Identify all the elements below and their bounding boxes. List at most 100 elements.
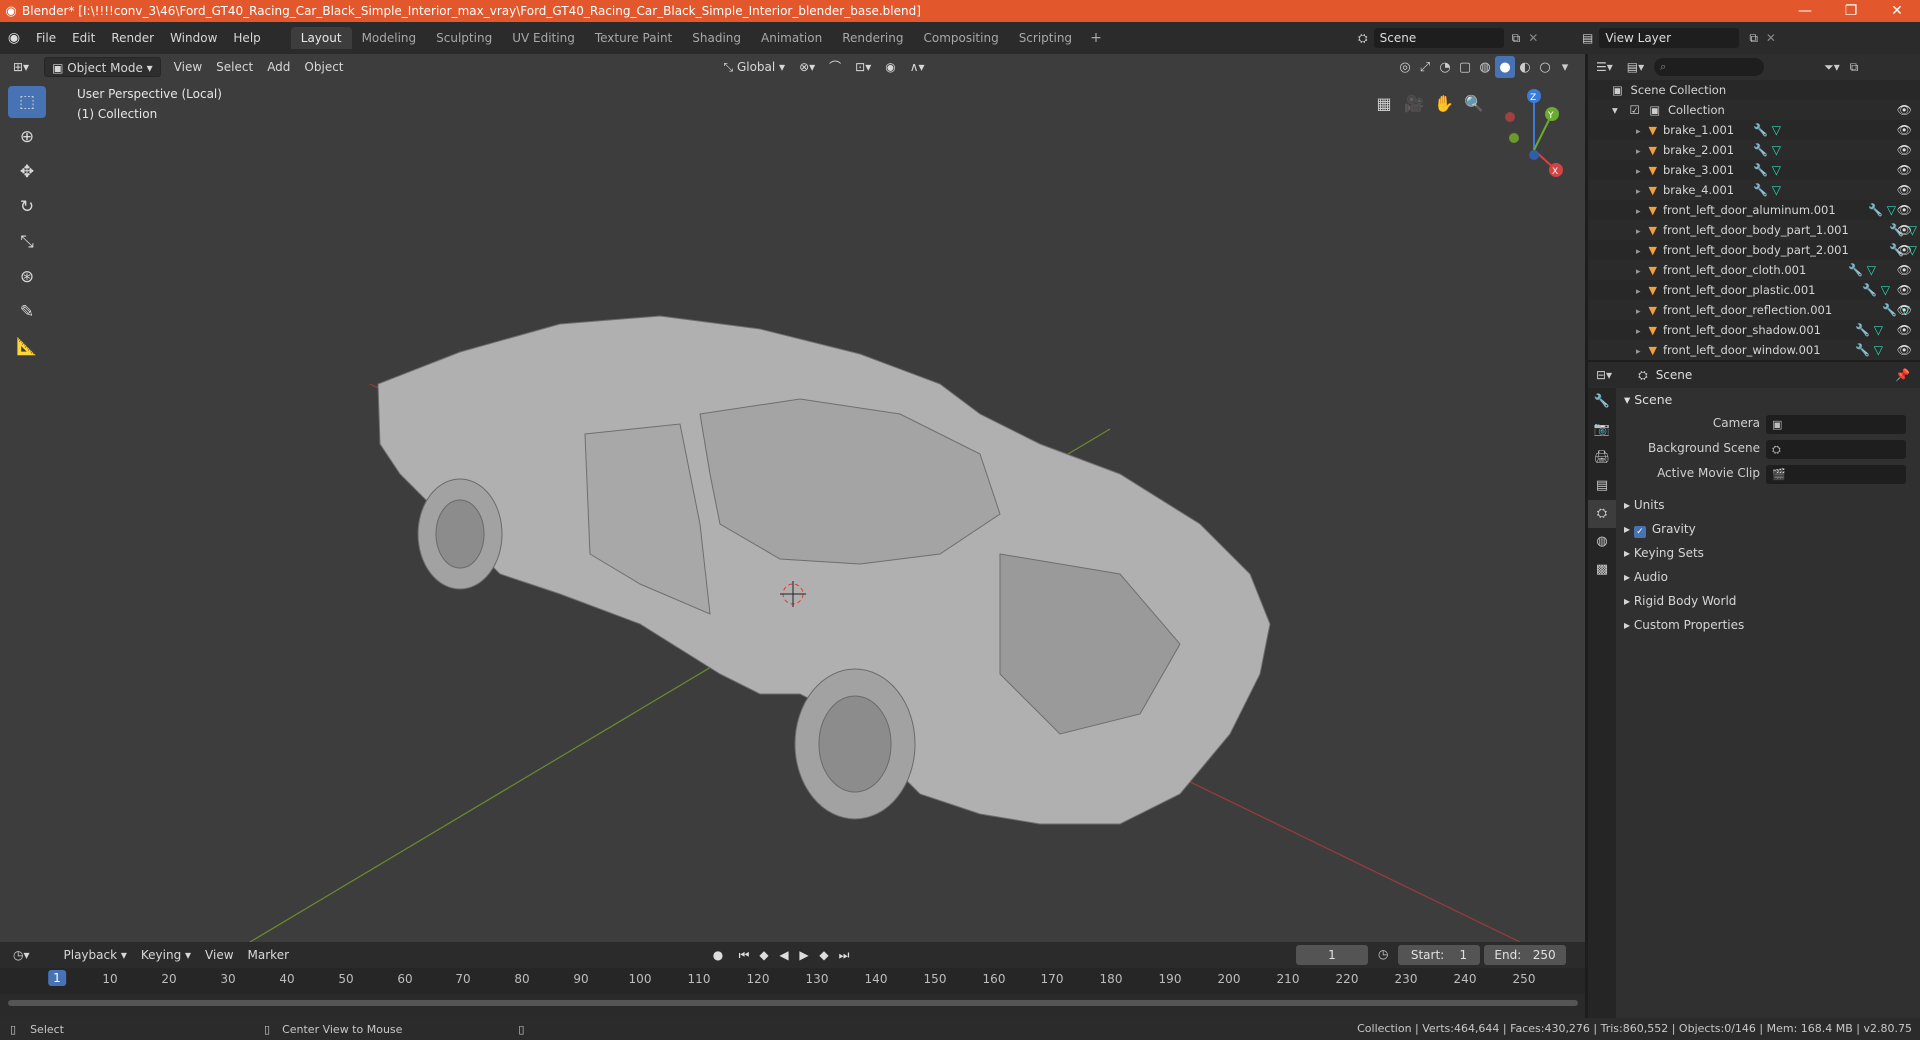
mesh-data-icon[interactable]: ▽	[1874, 343, 1883, 357]
expand-arrow-icon[interactable]: ▸	[1636, 147, 1641, 157]
scene-selector[interactable]: Scene	[1373, 28, 1504, 48]
wrench-icon[interactable]: 🔧	[1882, 303, 1897, 317]
viewport-menu-add[interactable]: Add	[260, 57, 297, 77]
end-frame-field[interactable]: End: 250	[1484, 945, 1566, 965]
tab-sculpting[interactable]: Sculpting	[426, 27, 502, 49]
rendered-shading-icon[interactable]: ○	[1535, 56, 1555, 78]
display-mode-icon[interactable]: ▤▾	[1627, 60, 1644, 74]
tab-rendering[interactable]: Rendering	[832, 27, 913, 49]
wrench-icon[interactable]: 🔧	[1753, 183, 1768, 197]
mesh-data-icon[interactable]: ▽	[1772, 183, 1781, 197]
proportional-edit-icon[interactable]: ◉	[878, 57, 902, 77]
overlay-toggle-icon[interactable]: ◔	[1435, 56, 1455, 78]
start-frame-field[interactable]: Start: 1	[1398, 945, 1480, 965]
jump-keyframe-forward-icon[interactable]: ◆	[814, 945, 834, 965]
visibility-eye-icon[interactable]: 👁	[1897, 160, 1912, 180]
visibility-eye-icon[interactable]: 👁	[1897, 100, 1912, 120]
view-layer-tab-icon[interactable]: ▤	[1588, 472, 1616, 500]
visibility-eye-icon[interactable]: 👁	[1897, 200, 1912, 220]
scene-icon[interactable]: ⛭	[1358, 31, 1368, 46]
auto-keying-clock-icon[interactable]: ◷	[1378, 947, 1388, 961]
outliner-item[interactable]: ▸ ▼ front_left_door_reflection.001 🔧 ▽ 👁	[1588, 300, 1920, 320]
new-collection-icon[interactable]: ⧉	[1850, 60, 1859, 75]
visibility-eye-icon[interactable]: 👁	[1897, 140, 1912, 160]
pin-icon[interactable]: 📌	[1895, 368, 1910, 382]
falloff-icon[interactable]: ∧▾	[903, 57, 932, 77]
delete-scene-icon[interactable]: ✕	[1528, 31, 1538, 45]
pivot-point-icon[interactable]: ⊗▾	[792, 57, 822, 77]
outliner-item[interactable]: ▸ ▼ front_left_door_cloth.001 🔧 ▽ 👁	[1588, 260, 1920, 280]
tool-tab-icon[interactable]: 🔧	[1588, 388, 1616, 416]
zoom-view-icon[interactable]: 🔍	[1459, 88, 1489, 118]
mode-selector[interactable]: ▣ Object Mode ▾	[44, 57, 161, 77]
expand-arrow-icon[interactable]: ▸	[1636, 227, 1641, 237]
output-tab-icon[interactable]: 🖨	[1588, 444, 1616, 472]
expand-arrow-icon[interactable]: ▸	[1636, 167, 1641, 177]
tab-compositing[interactable]: Compositing	[913, 27, 1008, 49]
expand-arrow-icon[interactable]: ▸	[1636, 287, 1641, 297]
delete-view-layer-icon[interactable]: ✕	[1766, 31, 1776, 45]
3d-viewport[interactable]: Z X Y ⊞▾ ▣ Object Mode ▾ View Select Add…	[0, 54, 1585, 942]
mesh-data-icon[interactable]: ▽	[1881, 283, 1890, 297]
menu-edit[interactable]: Edit	[64, 22, 103, 54]
expand-arrow-icon[interactable]: ▸	[1636, 307, 1641, 317]
navigation-gizmo[interactable]: Z X Y	[1505, 89, 1563, 177]
toggle-grid-view-icon[interactable]: ▦	[1369, 88, 1399, 118]
annotate-tool-icon[interactable]: ✎	[8, 296, 46, 328]
editor-type-icon[interactable]: ⊞▾	[6, 57, 36, 77]
menu-window[interactable]: Window	[162, 22, 225, 54]
tab-shading[interactable]: Shading	[682, 27, 751, 49]
gravity-panel[interactable]: ▸ ✓ Gravity	[1618, 517, 1918, 541]
texture-tab-icon[interactable]: ▩	[1588, 556, 1616, 584]
expand-arrow-icon[interactable]: ▸	[1636, 327, 1641, 337]
new-view-layer-icon[interactable]: ⧉	[1749, 31, 1758, 46]
measure-tool-icon[interactable]: 📐	[8, 331, 46, 363]
custom-properties-panel[interactable]: ▸ Custom Properties	[1618, 613, 1918, 637]
background-scene-field[interactable]: ⛭	[1766, 440, 1906, 459]
jump-keyframe-back-icon[interactable]: ◆	[754, 945, 774, 965]
scale-tool-icon[interactable]: ⤡	[8, 226, 46, 258]
play-reverse-icon[interactable]: ◀	[774, 945, 794, 965]
wireframe-shading-icon[interactable]: ◍	[1475, 56, 1495, 78]
properties-editor-type-icon[interactable]: ⊟▾	[1596, 368, 1612, 382]
scene-panel-header[interactable]: ▾ Scene	[1618, 388, 1918, 412]
wrench-icon[interactable]: 🔧	[1862, 283, 1877, 297]
outliner-item[interactable]: ▸ ▼ front_left_door_body_part_1.001 🔧 ▽ 👁	[1588, 220, 1920, 240]
blender-menu-icon[interactable]: ◉	[0, 30, 28, 46]
expand-arrow-icon[interactable]: ▸	[1636, 267, 1641, 277]
snap-icon[interactable]: ⌒	[822, 57, 848, 77]
rotate-tool-icon[interactable]: ↻	[8, 191, 46, 223]
gravity-checkbox[interactable]: ✓	[1633, 526, 1646, 538]
timeline-menu-marker[interactable]: Marker	[241, 945, 296, 965]
mesh-data-icon[interactable]: ▽	[1772, 163, 1781, 177]
visibility-eye-icon[interactable]: 👁	[1897, 340, 1912, 360]
outliner-item[interactable]: ▸ ▼ brake_3.001 🔧 ▽ 👁	[1588, 160, 1920, 180]
timeline-menu-keying[interactable]: Keying ▾	[134, 945, 198, 965]
mesh-data-icon[interactable]: ▽	[1874, 323, 1883, 337]
select-box-icon[interactable]: ⬚	[8, 86, 46, 118]
menu-render[interactable]: Render	[103, 22, 162, 54]
visibility-eye-icon[interactable]: 👁	[1897, 240, 1912, 260]
collection-checkbox[interactable]: ☑	[1629, 103, 1639, 117]
audio-panel[interactable]: ▸ Audio	[1618, 565, 1918, 589]
play-icon[interactable]: ▶	[794, 945, 814, 965]
collection-row[interactable]: ▾ ☑ ▣ Collection 👁	[1588, 100, 1920, 120]
tab-animation[interactable]: Animation	[751, 27, 832, 49]
outliner-item[interactable]: ▸ ▼ front_left_door_shadow.001 🔧 ▽ 👁	[1588, 320, 1920, 340]
outliner-item[interactable]: ▸ ▼ front_left_door_body_part_2.001 🔧 ▽ 👁	[1588, 240, 1920, 260]
outliner-item[interactable]: ▸ ▼ brake_2.001 🔧 ▽ 👁	[1588, 140, 1920, 160]
viewport-menu-view[interactable]: View	[167, 57, 209, 77]
move-tool-icon[interactable]: ✥	[8, 156, 46, 188]
wrench-icon[interactable]: 🔧	[1855, 323, 1870, 337]
outliner-item[interactable]: ▸ ▼ front_left_door_plastic.001 🔧 ▽ 👁	[1588, 280, 1920, 300]
mesh-data-icon[interactable]: ▽	[1772, 143, 1781, 157]
mesh-data-icon[interactable]: ▽	[1887, 203, 1896, 217]
expand-arrow-icon[interactable]: ▸	[1636, 247, 1641, 257]
new-scene-icon[interactable]: ⧉	[1512, 31, 1521, 46]
viewport-menu-select[interactable]: Select	[209, 57, 260, 77]
timeline-menu-playback[interactable]: Playback ▾	[57, 945, 134, 965]
visibility-eye-icon[interactable]: 👁	[1897, 180, 1912, 200]
filter-icon[interactable]: ⏷▾	[1824, 60, 1840, 75]
timeline-menu-view[interactable]: View	[198, 945, 240, 965]
keying-sets-panel[interactable]: ▸ Keying Sets	[1618, 541, 1918, 565]
